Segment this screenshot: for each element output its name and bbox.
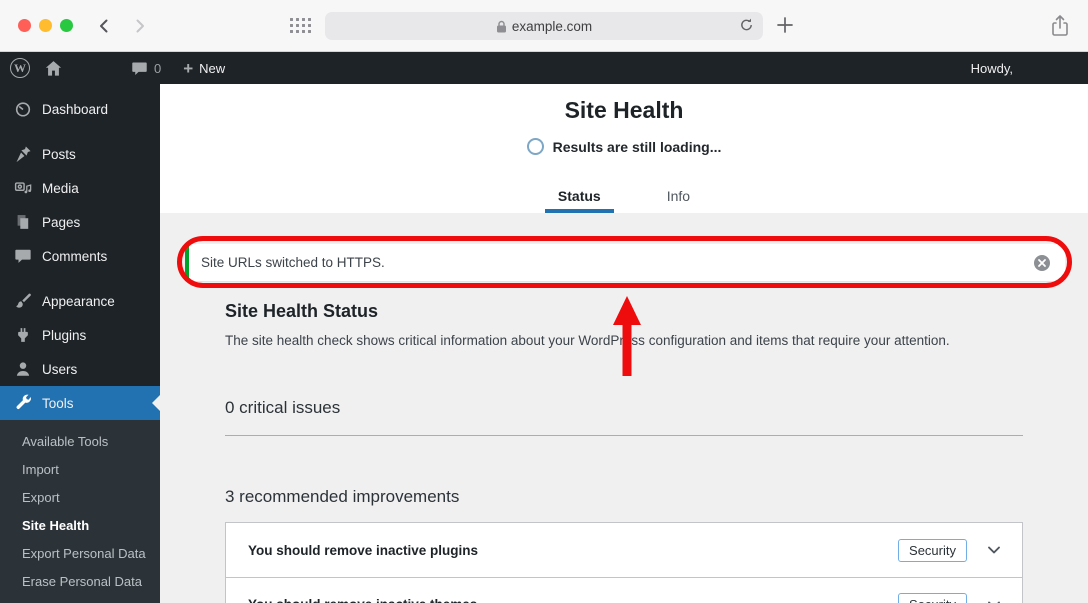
section-heading: Site Health Status (225, 301, 379, 321)
back-chevron-icon (100, 19, 108, 32)
security-badge: Security (898, 593, 967, 603)
loading-status: Results are still loading... (160, 138, 1088, 155)
issue-title: You should remove inactive themes (248, 597, 898, 603)
loading-spinner-icon (526, 138, 544, 155)
submenu-item-erase-personal-data[interactable]: Erase Personal Data (0, 567, 160, 595)
submenu-item-export-personal-data[interactable]: Export Personal Data (0, 539, 160, 567)
content-body: Site URLs switched to HTTPS. Site Health… (160, 213, 1088, 603)
plus-icon (777, 17, 793, 33)
browser-chrome: example.com (0, 0, 1088, 52)
sidebar-label: Comments (42, 248, 108, 264)
pages-icon (13, 212, 33, 232)
user-icon (13, 359, 33, 379)
issue-row-inactive-plugins[interactable]: You should remove inactive plugins Secur… (226, 523, 1022, 577)
back-button[interactable] (95, 17, 113, 35)
section-divider (225, 435, 1023, 436)
sidebar-label: Appearance (42, 293, 115, 309)
success-notice: Site URLs switched to HTTPS. (185, 244, 1065, 281)
sidebar-item-dashboard[interactable]: Dashboard (0, 92, 160, 126)
submenu-item-import[interactable]: Import (0, 455, 160, 483)
section-description: The site health check shows critical inf… (225, 333, 950, 348)
zoom-window-button[interactable] (60, 19, 73, 32)
sidebar-label: Users (42, 361, 78, 377)
sidebar-label: Pages (42, 214, 81, 230)
comment-count: 0 (154, 60, 162, 76)
circle-x-icon (1034, 254, 1050, 271)
refresh-icon[interactable] (739, 17, 754, 36)
brush-icon (13, 291, 33, 311)
lock-icon (496, 20, 507, 33)
sidebar-label: Tools (42, 395, 74, 411)
sidebar-item-media[interactable]: Media (0, 171, 160, 205)
sidebar-label: Dashboard (42, 101, 109, 117)
comment-icon (13, 246, 33, 266)
tab-bar: Status Info (160, 188, 1088, 213)
forward-chevron-icon (136, 19, 144, 32)
critical-issues-heading: 0 critical issues (225, 398, 341, 417)
wordpress-logo-icon[interactable]: W (10, 58, 30, 78)
admin-sidebar: Dashboard Posts Media Pages Comments App… (0, 84, 160, 603)
issue-title: You should remove inactive plugins (248, 542, 479, 558)
close-window-button[interactable] (18, 19, 31, 32)
notice-message: Site URLs switched to HTTPS. (201, 255, 385, 270)
issue-row-inactive-themes[interactable]: You should remove inactive themes Securi… (226, 577, 1022, 603)
sidebar-item-plugins[interactable]: Plugins (0, 318, 160, 352)
new-content-button[interactable]: New (199, 61, 225, 76)
sidebar-item-users[interactable]: Users (0, 352, 160, 386)
wp-admin-bar: W 0 + New Howdy, (0, 52, 1088, 84)
comment-bubble-icon (132, 62, 147, 75)
share-button[interactable] (1050, 14, 1070, 43)
plus-icon: + (183, 58, 194, 78)
submenu-item-export[interactable]: Export (0, 483, 160, 511)
comments-bubble-button[interactable] (131, 60, 148, 77)
submenu-item-site-health[interactable]: Site Health (0, 511, 160, 539)
howdy-greeting[interactable]: Howdy, (971, 61, 1013, 76)
sidebar-label: Plugins (42, 327, 87, 343)
tab-status[interactable]: Status (544, 188, 614, 213)
address-bar[interactable]: example.com (325, 12, 763, 40)
dashboard-icon (13, 99, 33, 119)
new-tab-button[interactable] (776, 16, 794, 39)
wrench-icon (13, 393, 33, 413)
dismiss-notice-button[interactable] (1033, 254, 1051, 272)
media-icon (13, 178, 33, 198)
recommended-heading: 3 recommended improvements (225, 487, 460, 506)
security-badge: Security (898, 538, 967, 562)
sidebar-item-appearance[interactable]: Appearance (0, 284, 160, 318)
minimize-window-button[interactable] (39, 19, 52, 32)
tab-info[interactable]: Info (654, 188, 703, 213)
forward-button[interactable] (131, 17, 149, 35)
visit-site-button[interactable] (44, 59, 63, 78)
sidebar-label: Posts (42, 146, 76, 162)
submenu-item-available-tools[interactable]: Available Tools (0, 427, 160, 455)
page-title: Site Health (564, 97, 684, 123)
main-content: Site Health Results are still loading...… (160, 84, 1088, 603)
sidebar-item-posts[interactable]: Posts (0, 137, 160, 171)
pushpin-icon (13, 144, 33, 164)
issues-accordion: You should remove inactive plugins Secur… (225, 522, 1023, 603)
sidebar-item-pages[interactable]: Pages (0, 205, 160, 239)
url-text: example.com (511, 18, 593, 34)
chevron-down-icon (986, 542, 1002, 558)
home-icon (45, 60, 62, 76)
share-icon (1052, 15, 1068, 36)
tools-submenu: Available Tools Import Export Site Healt… (0, 420, 160, 603)
sidebar-item-comments[interactable]: Comments (0, 239, 160, 273)
chevron-down-icon (986, 597, 1002, 603)
sidebar-item-tools[interactable]: Tools (0, 386, 160, 420)
window-controls (18, 19, 73, 32)
app-grid-icon[interactable] (290, 18, 312, 34)
site-health-header: Site Health Results are still loading...… (160, 84, 1088, 213)
loading-text: Results are still loading... (552, 138, 722, 155)
plug-icon (13, 325, 33, 345)
sidebar-label: Media (42, 180, 79, 196)
